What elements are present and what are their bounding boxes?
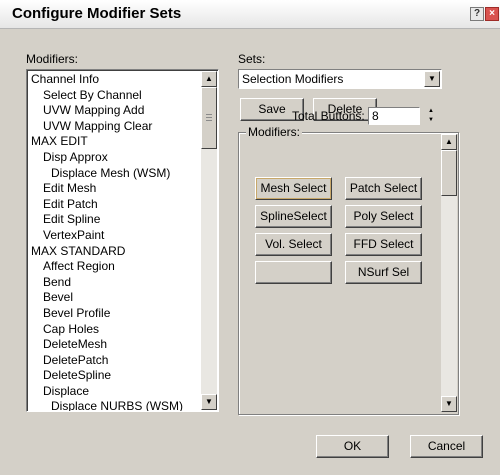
list-item[interactable]: UVW Mapping Clear: [30, 119, 200, 135]
list-item[interactable]: VertexPaint: [30, 228, 200, 244]
group-title: Modifiers:: [246, 125, 303, 139]
list-item[interactable]: Edit Patch: [30, 197, 200, 213]
modifier-set-button[interactable]: FFD Select: [345, 233, 422, 256]
list-item[interactable]: Select By Channel: [30, 88, 200, 104]
close-icon[interactable]: ×: [485, 7, 499, 21]
total-buttons-label: Total Buttons:: [292, 109, 365, 123]
scroll-down-icon[interactable]: ▼: [201, 394, 217, 410]
list-item[interactable]: Affect Region: [30, 259, 200, 275]
ok-button[interactable]: OK: [316, 435, 389, 458]
scroll-thumb[interactable]: [441, 150, 457, 196]
list-item[interactable]: Disp Approx: [30, 150, 200, 166]
scroll-up-icon[interactable]: ▲: [441, 134, 457, 150]
help-icon[interactable]: ?: [470, 7, 484, 21]
list-item[interactable]: Bevel Profile: [30, 306, 200, 322]
list-item[interactable]: Channel Info: [30, 72, 200, 88]
modifiers-list: Channel Info Select By Channel UVW Mapping…: [30, 72, 200, 411]
dialog-title: Configure Modifier Sets: [12, 5, 182, 22]
total-buttons-input[interactable]: 8: [368, 107, 420, 125]
scroll-up-icon[interactable]: ▲: [201, 71, 217, 87]
modifiers-listbox[interactable]: Channel Info Select By Channel UVW Mapping…: [26, 69, 219, 412]
list-item[interactable]: MAX STANDARD: [30, 244, 200, 260]
modifier-set-button[interactable]: NSurf Sel: [345, 261, 422, 284]
scroll-thumb[interactable]: [201, 87, 217, 149]
list-item[interactable]: Edit Mesh: [30, 181, 200, 197]
modifier-set-button[interactable]: Mesh Select: [255, 177, 332, 200]
list-item[interactable]: DeleteSpline: [30, 368, 200, 384]
title-bar: Configure Modifier Sets ? ×: [0, 0, 500, 29]
list-item[interactable]: Edit Spline: [30, 212, 200, 228]
list-item[interactable]: DeleteMesh: [30, 337, 200, 353]
list-item[interactable]: UVW Mapping Add: [30, 103, 200, 119]
list-item[interactable]: MAX EDIT: [30, 134, 200, 150]
spinner-down-icon[interactable]: ▼: [425, 116, 437, 125]
sets-label: Sets:: [238, 52, 266, 66]
modifiers-list-label: Modifiers:: [26, 52, 79, 66]
list-item[interactable]: DeletePatch: [30, 353, 200, 369]
list-item[interactable]: Cap Holes: [30, 322, 200, 338]
modifier-set-button[interactable]: [255, 261, 332, 284]
modifiers-group-scrollbar[interactable]: ▲ ▼: [441, 134, 457, 412]
modifier-set-button[interactable]: SplineSelect: [255, 205, 332, 228]
list-item[interactable]: Bend: [30, 275, 200, 291]
cancel-button[interactable]: Cancel: [410, 435, 483, 458]
sets-dropdown[interactable]: Selection Modifiers ▼: [238, 69, 442, 89]
chevron-down-icon[interactable]: ▼: [424, 71, 440, 87]
sets-dropdown-value: Selection Modifiers: [242, 72, 344, 86]
modifier-set-button[interactable]: Poly Select: [345, 205, 422, 228]
configure-modifier-sets-dialog: Configure Modifier Sets ? × Modifiers: C…: [0, 0, 500, 475]
modifier-set-button[interactable]: Patch Select: [345, 177, 422, 200]
modifier-set-button[interactable]: Vol. Select: [255, 233, 332, 256]
modifiers-list-scrollbar[interactable]: ▲ ▼: [201, 71, 217, 410]
scroll-down-icon[interactable]: ▼: [441, 396, 457, 412]
list-item[interactable]: Displace: [30, 384, 200, 400]
list-item[interactable]: Displace Mesh (WSM): [30, 166, 200, 182]
total-buttons-spinner[interactable]: ▲ ▼: [425, 107, 437, 125]
list-item[interactable]: Bevel: [30, 290, 200, 306]
spinner-up-icon[interactable]: ▲: [425, 107, 437, 116]
list-item[interactable]: Displace NURBS (WSM): [30, 399, 200, 411]
